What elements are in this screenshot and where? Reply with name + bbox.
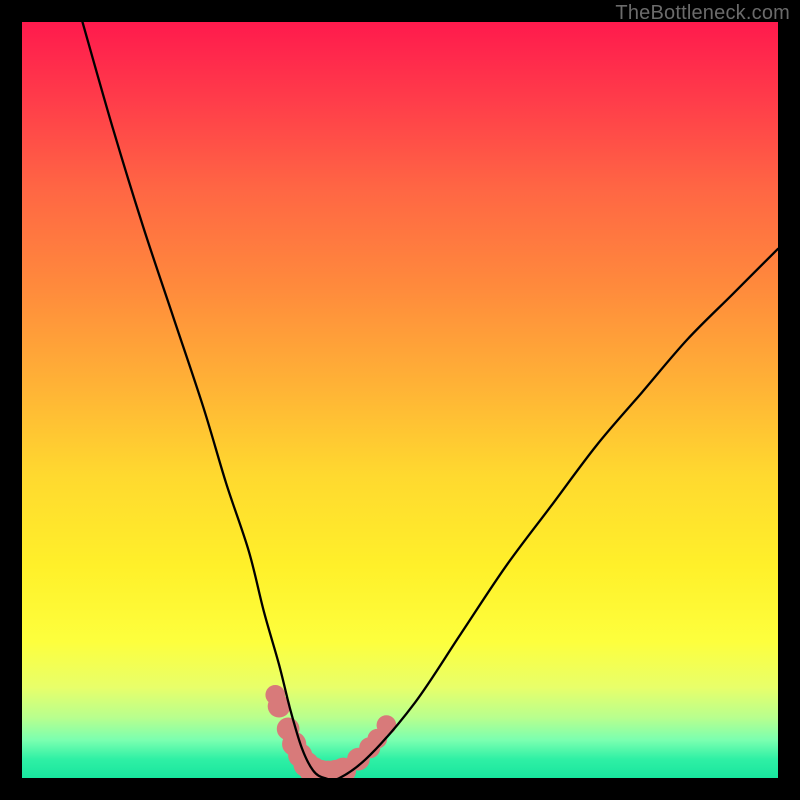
chart-frame: TheBottleneck.com	[0, 0, 800, 800]
chart-svg	[22, 22, 778, 778]
bottleneck-curve	[82, 22, 778, 778]
plot-area	[22, 22, 778, 778]
marker-layer	[265, 685, 396, 778]
data-marker	[377, 715, 397, 735]
